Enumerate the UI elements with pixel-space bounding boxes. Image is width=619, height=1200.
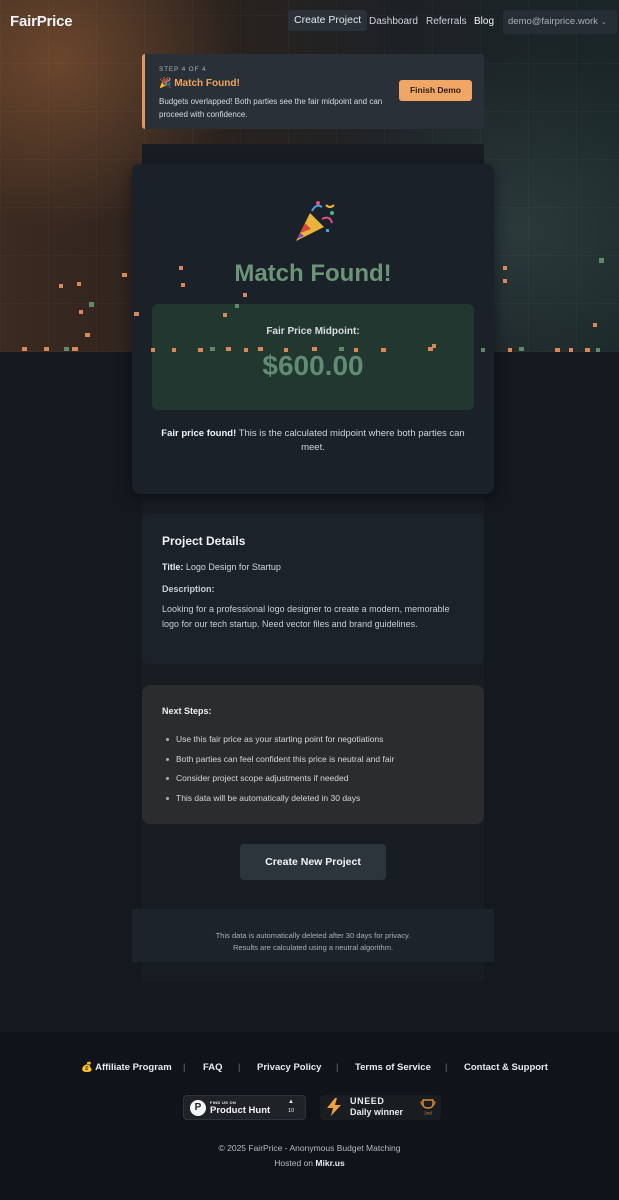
uneed-logo: UNEED (350, 1096, 385, 1106)
midpoint-value: $600.00 (262, 350, 364, 381)
list-item: Consider project scope adjustments if ne… (166, 769, 476, 789)
uneed-rank: 2nd (424, 1111, 432, 1116)
footer-link-contact[interactable]: Contact & Support (464, 1062, 548, 1073)
uneed-badge[interactable]: UNEED Daily winner 2nd (320, 1095, 441, 1120)
uneed-daily-winner: Daily winner (350, 1107, 404, 1117)
party-popper-icon (296, 201, 335, 241)
hosted-on-text: Hosted on Mikr.us (0, 1158, 619, 1168)
nav-link-blog[interactable]: Blog (474, 16, 494, 27)
product-hunt-icon: P (190, 1100, 206, 1116)
fair-price-message: Fair price found! This is the calculated… (154, 427, 472, 455)
fair-price-found-label: Fair price found! (161, 428, 237, 439)
list-item: Use this fair price as your starting poi… (166, 730, 476, 750)
hosted-link[interactable]: Mikr.us (315, 1158, 344, 1168)
fair-price-found-text: This is the calculated midpoint where bo… (236, 428, 465, 453)
banner-description: Budgets overlapped! Both parties see the… (159, 97, 383, 119)
hosted-prefix: Hosted on (274, 1158, 316, 1168)
next-steps-card: Next Steps: Use this fair price as your … (142, 685, 484, 824)
step-indicator: STEP 4 OF 4 (159, 66, 207, 73)
nav-link-referrals[interactable]: Referrals (426, 16, 467, 27)
create-new-project-button[interactable]: Create New Project (240, 844, 386, 880)
next-steps-list: Use this fair price as your starting poi… (166, 730, 476, 809)
midpoint-label: Fair Price Midpoint: (266, 326, 360, 337)
create-project-button[interactable]: Create Project (288, 10, 368, 31)
project-details-card: Project Details Title: Logo Design for S… (142, 514, 484, 664)
footer-link-terms[interactable]: Terms of Service (355, 1062, 431, 1073)
midpoint-panel: Fair Price Midpoint: $600.00 (152, 304, 474, 410)
finish-demo-button[interactable]: Finish Demo (399, 80, 472, 101)
upvote-arrow-icon: ▲ (288, 1099, 294, 1105)
footer-separator: | (238, 1062, 241, 1072)
project-title-label: Title: (162, 562, 184, 572)
brand-logo[interactable]: FairPrice (10, 13, 73, 30)
footer-separator: | (445, 1062, 448, 1072)
next-steps-heading: Next Steps: (162, 706, 212, 716)
trophy-icon: 2nd (420, 1099, 436, 1116)
copyright-text: © 2025 FairPrice - Anonymous Budget Matc… (218, 1143, 401, 1153)
privacy-line-1: This data is automatically deleted after… (215, 931, 411, 940)
footer-link-privacy[interactable]: Privacy Policy (257, 1062, 321, 1073)
chevron-down-icon: ⌄ (600, 19, 607, 26)
user-menu-dropdown[interactable]: demo@fairprice.work ⌄ (503, 10, 617, 34)
project-title-value: Logo Design for Startup (183, 562, 281, 572)
demo-step-banner: STEP 4 OF 4 🎉 Match Found! Budgets overl… (142, 54, 484, 129)
project-details-heading: Project Details (162, 534, 246, 548)
nav-link-dashboard[interactable]: Dashboard (369, 16, 418, 27)
project-description-value: Looking for a professional logo designer… (162, 604, 450, 629)
banner-title: 🎉 Match Found! (159, 78, 240, 89)
footer-separator: | (183, 1062, 186, 1072)
privacy-line-2: Results are calculated using a neutral a… (232, 943, 394, 952)
project-title-row: Title: Logo Design for Startup (162, 562, 281, 572)
footer-link-affiliate[interactable]: 💰 Affiliate Program (81, 1062, 172, 1073)
product-hunt-badge[interactable]: P FIND US ON Product Hunt ▲ 10 (183, 1095, 306, 1120)
project-description-label: Description: (162, 584, 215, 594)
footer-link-faq[interactable]: FAQ (203, 1062, 223, 1073)
product-hunt-name: Product Hunt (210, 1105, 271, 1116)
footer-separator: | (336, 1062, 339, 1072)
list-item: Both parties can feel confident this pri… (166, 750, 476, 770)
lightning-bolt-icon (327, 1098, 341, 1116)
top-navbar: FairPrice Create Project Dashboard Refer… (0, 0, 619, 44)
site-footer: 💰 Affiliate Program | FAQ | Privacy Poli… (0, 1032, 619, 1200)
list-item: This data will be automatically deleted … (166, 789, 476, 809)
match-result-card: Match Found! Fair Price Midpoint: $600.0… (132, 164, 494, 494)
upvote-count: 10 (288, 1108, 295, 1114)
privacy-notice: This data is automatically deleted after… (132, 909, 494, 962)
user-email: demo@fairprice.work (508, 16, 598, 27)
match-title: Match Found! (234, 260, 392, 287)
